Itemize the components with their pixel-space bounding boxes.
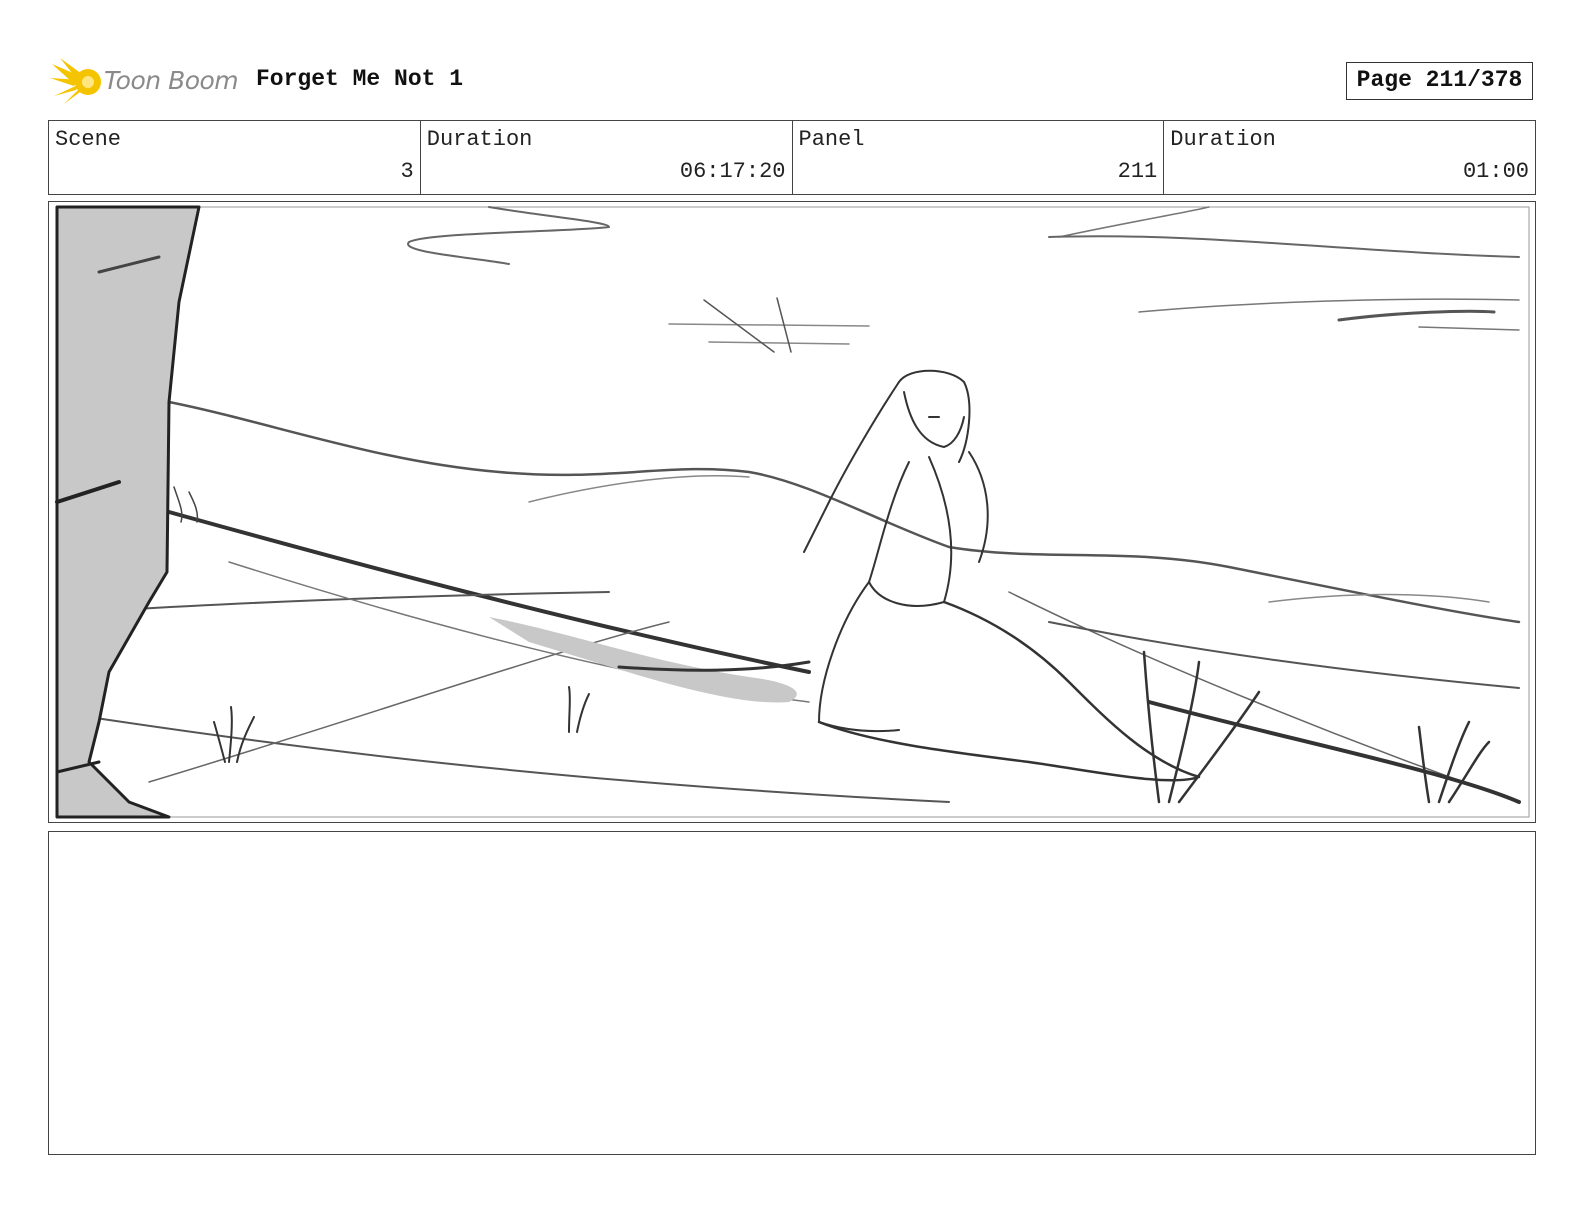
logo-wordmark: Toon Boom [104,66,239,95]
panel-notes-area [48,831,1536,1155]
toon-boom-logo: Toon Boom [50,56,240,106]
scene-cell: Scene 3 [49,121,421,194]
sketch-drawing [55,205,1530,819]
scene-label: Scene [55,127,122,152]
page-number-badge: Page 211/378 [1346,62,1533,100]
toon-boom-star-icon [50,58,101,104]
scene-duration-cell: Duration 06:17:20 [421,121,793,194]
panel-value: 211 [1117,159,1158,184]
panel-cell: Panel 211 [793,121,1165,194]
scene-info-table: Scene 3 Duration 06:17:20 Panel 211 Dura… [48,120,1536,195]
storyboard-panel-image [48,201,1536,823]
panel-duration-label: Duration [1170,127,1276,152]
scene-value: 3 [400,159,414,184]
document-title: Forget Me Not 1 [256,66,464,92]
scene-duration-label: Duration [426,127,533,152]
scene-duration-value: 06:17:20 [679,159,786,184]
panel-duration-cell: Duration 01:00 [1164,121,1535,194]
panel-duration-value: 01:00 [1462,159,1529,184]
panel-label: Panel [798,127,865,152]
